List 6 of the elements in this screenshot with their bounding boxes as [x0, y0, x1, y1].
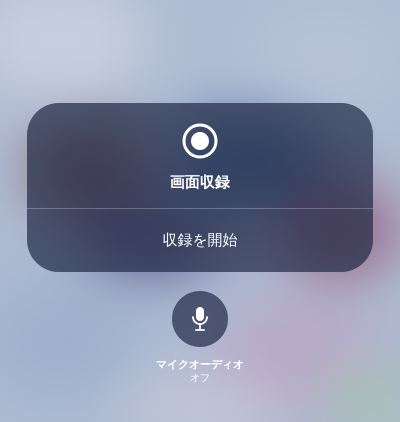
- microphone-label: マイクオーディオ: [156, 358, 244, 372]
- microphone-status: オフ: [190, 372, 210, 386]
- microphone-icon: [191, 306, 209, 332]
- panel-title: 画面収録: [170, 173, 230, 192]
- record-icon: [182, 123, 218, 159]
- start-recording-button[interactable]: 収録を開始: [27, 209, 373, 272]
